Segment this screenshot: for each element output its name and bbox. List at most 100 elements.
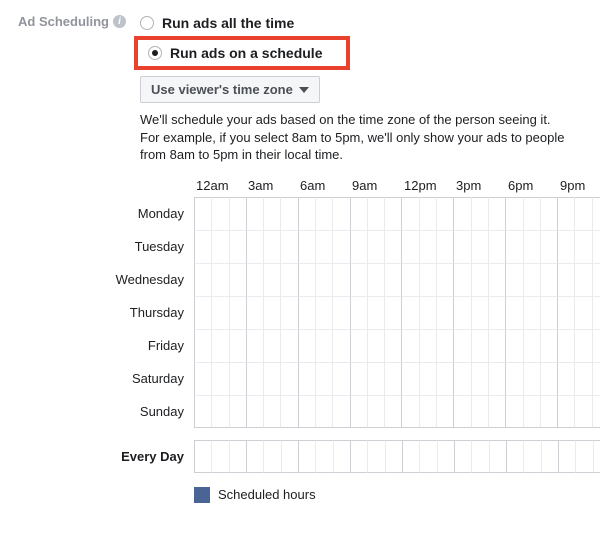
schedule-cell[interactable] (194, 296, 211, 329)
schedule-cell[interactable] (350, 440, 367, 473)
schedule-cell[interactable] (488, 197, 505, 230)
schedule-cell[interactable] (263, 362, 280, 395)
schedule-cell[interactable] (488, 395, 505, 428)
schedule-cell[interactable] (194, 263, 211, 296)
schedule-cell[interactable] (229, 230, 246, 263)
schedule-cell[interactable] (263, 296, 280, 329)
schedule-cell[interactable] (419, 230, 436, 263)
schedule-cell[interactable] (333, 440, 350, 473)
schedule-cell[interactable] (574, 329, 591, 362)
schedule-cell[interactable] (194, 362, 211, 395)
schedule-cell[interactable] (401, 230, 418, 263)
schedule-cell[interactable] (211, 296, 228, 329)
day-cells[interactable] (194, 329, 600, 362)
schedule-cell[interactable] (194, 440, 211, 473)
schedule-cell[interactable] (211, 230, 228, 263)
schedule-cell[interactable] (558, 440, 575, 473)
schedule-cell[interactable] (523, 440, 540, 473)
schedule-cell[interactable] (367, 197, 384, 230)
schedule-cell[interactable] (350, 296, 367, 329)
schedule-cell[interactable] (384, 263, 401, 296)
schedule-cell[interactable] (419, 440, 436, 473)
schedule-cell[interactable] (523, 197, 540, 230)
schedule-cell[interactable] (523, 230, 540, 263)
schedule-cell[interactable] (419, 197, 436, 230)
schedule-cell[interactable] (557, 395, 574, 428)
info-icon[interactable]: i (113, 15, 126, 28)
schedule-cell[interactable] (593, 440, 600, 473)
schedule-cell[interactable] (384, 362, 401, 395)
schedule-cell[interactable] (367, 329, 384, 362)
schedule-cell[interactable] (592, 329, 600, 362)
schedule-cell[interactable] (523, 395, 540, 428)
schedule-cell[interactable] (471, 197, 488, 230)
schedule-cell[interactable] (350, 197, 367, 230)
schedule-cell[interactable] (453, 197, 470, 230)
schedule-cell[interactable] (194, 197, 211, 230)
schedule-cell[interactable] (488, 329, 505, 362)
schedule-cell[interactable] (574, 296, 591, 329)
schedule-cell[interactable] (505, 296, 522, 329)
schedule-cell[interactable] (453, 362, 470, 395)
schedule-cell[interactable] (592, 362, 600, 395)
schedule-cell[interactable] (419, 362, 436, 395)
schedule-cell[interactable] (574, 263, 591, 296)
schedule-cell[interactable] (194, 395, 211, 428)
schedule-cell[interactable] (540, 362, 557, 395)
schedule-cell[interactable] (557, 296, 574, 329)
schedule-cell[interactable] (350, 362, 367, 395)
schedule-cell[interactable] (315, 296, 332, 329)
schedule-cell[interactable] (453, 329, 470, 362)
schedule-cell[interactable] (350, 263, 367, 296)
schedule-cell[interactable] (350, 329, 367, 362)
schedule-cell[interactable] (557, 263, 574, 296)
schedule-cell[interactable] (211, 329, 228, 362)
schedule-cell[interactable] (263, 230, 280, 263)
schedule-cell[interactable] (574, 230, 591, 263)
schedule-cell[interactable] (246, 395, 263, 428)
day-cells[interactable] (194, 362, 600, 395)
schedule-cell[interactable] (557, 329, 574, 362)
schedule-cell[interactable] (315, 230, 332, 263)
schedule-cell[interactable] (575, 440, 592, 473)
schedule-cell[interactable] (229, 197, 246, 230)
every-day-cells[interactable] (194, 440, 600, 473)
schedule-cell[interactable] (229, 440, 246, 473)
schedule-cell[interactable] (211, 440, 228, 473)
schedule-cell[interactable] (194, 329, 211, 362)
schedule-cell[interactable] (280, 230, 297, 263)
schedule-cell[interactable] (436, 197, 453, 230)
schedule-cell[interactable] (367, 362, 384, 395)
schedule-cell[interactable] (211, 362, 228, 395)
schedule-cell[interactable] (401, 197, 418, 230)
schedule-cell[interactable] (211, 395, 228, 428)
schedule-cell[interactable] (229, 362, 246, 395)
schedule-cell[interactable] (453, 230, 470, 263)
schedule-cell[interactable] (332, 296, 349, 329)
schedule-cell[interactable] (194, 230, 211, 263)
schedule-cell[interactable] (280, 296, 297, 329)
schedule-cell[interactable] (540, 395, 557, 428)
schedule-cell[interactable] (298, 230, 315, 263)
schedule-cell[interactable] (505, 230, 522, 263)
schedule-cell[interactable] (488, 296, 505, 329)
schedule-cell[interactable] (263, 197, 280, 230)
schedule-cell[interactable] (280, 395, 297, 428)
day-cells[interactable] (194, 197, 600, 230)
schedule-cell[interactable] (453, 263, 470, 296)
schedule-cell[interactable] (523, 263, 540, 296)
schedule-cell[interactable] (540, 296, 557, 329)
schedule-cell[interactable] (246, 230, 263, 263)
schedule-cell[interactable] (401, 329, 418, 362)
schedule-cell[interactable] (367, 440, 384, 473)
schedule-cell[interactable] (229, 395, 246, 428)
schedule-cell[interactable] (419, 296, 436, 329)
schedule-cell[interactable] (246, 362, 263, 395)
schedule-cell[interactable] (557, 197, 574, 230)
schedule-cell[interactable] (229, 329, 246, 362)
schedule-cell[interactable] (592, 296, 600, 329)
schedule-cell[interactable] (419, 395, 436, 428)
schedule-cell[interactable] (592, 395, 600, 428)
schedule-cell[interactable] (350, 395, 367, 428)
schedule-cell[interactable] (488, 362, 505, 395)
